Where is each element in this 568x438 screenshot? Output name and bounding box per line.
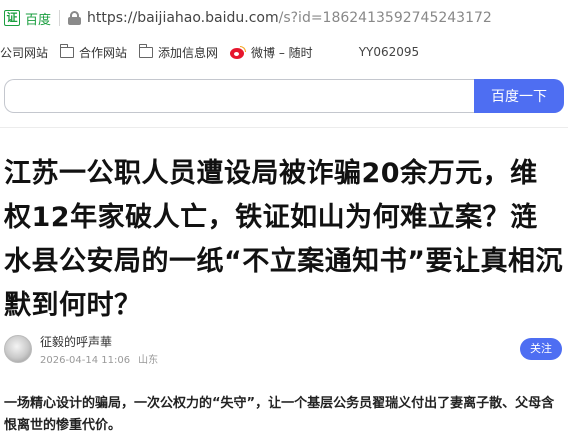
bookmark-add-info-site[interactable]: 添加信息网 [138,43,219,61]
certificate-icon[interactable]: 证 [4,10,20,26]
bookmark-label: 添加信息网 [158,45,219,60]
follow-button[interactable]: 关注 [520,338,562,360]
bookmark-label: 公司网站 [0,45,49,60]
bookmark-code: YY062095 [358,45,420,59]
search-button[interactable]: 百度一下 [474,79,564,113]
bookmarks-bar: 公司网站 合作网站 添加信息网 微博 – 随时 YY062095 [0,40,568,64]
url-host: https://baijiahao.baidu.com [87,10,279,26]
bookmark-label: 合作网站 [79,45,128,60]
publish-date: 2026-04-14 11:06 [40,355,131,366]
publish-location: 山东 [138,355,159,366]
address-bar[interactable]: 证 百度 https://baijiahao.baidu.com/s?id=18… [0,0,568,36]
search-bar: 百度一下 [4,79,564,113]
folder-icon [59,43,75,58]
site-identity[interactable]: 百度 [25,9,51,28]
url-text[interactable]: https://baijiahao.baidu.com/s?id=1862413… [87,10,492,26]
lock-icon[interactable] [68,11,82,25]
address-divider [59,10,61,26]
author-meta: 2026-04-14 11:06 山东 [40,351,166,366]
bookmark-label: 微博 – 随时 [251,45,313,60]
bookmark-weibo[interactable]: 微博 – 随时 [230,44,313,61]
author-block: 征毅的呼声華 2026-04-14 11:06 山东 关注 [4,333,564,366]
article-title: 江苏一公职人员遭设局被诈骗20余万元，维权12年家破人亡，铁证如山为何难立案？涟… [4,158,563,321]
url-path: /s?id=1862413592745243172 [278,10,492,26]
article-lead: 一场精心设计的骗局，一次公权力的“失守”，让一个基层公务员翟瑞义付出了妻离子散、… [4,396,555,433]
weibo-icon [230,45,247,59]
search-input[interactable] [4,79,474,113]
bookmark-partner-site[interactable]: 合作网站 [59,43,128,61]
bookmark-company-site[interactable]: 公司网站 [0,44,48,61]
folder-icon [138,43,154,58]
header-divider [0,127,568,128]
avatar[interactable] [4,335,32,363]
author-name[interactable]: 征毅的呼声華 [40,333,112,350]
